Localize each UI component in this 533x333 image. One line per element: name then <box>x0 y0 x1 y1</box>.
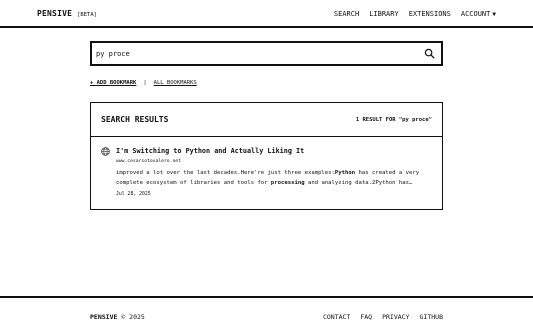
search-input[interactable] <box>96 46 414 61</box>
snippet-text: improved a lot over the last decades.Her… <box>116 170 335 176</box>
footer-link-privacy[interactable]: PRIVACY <box>382 313 409 321</box>
footer-copyright: © 2025 <box>121 313 145 321</box>
actions-separator: | <box>143 80 147 86</box>
footer-links: CONTACT FAQ PRIVACY GITHUB <box>323 313 443 321</box>
footer-brand: PENSIVE © 2025 <box>90 313 145 321</box>
brand[interactable]: PENSIVE [BETA] <box>37 9 97 18</box>
bookmark-actions: + ADD BOOKMARK | ALL BOOKMARKS <box>90 80 197 86</box>
brand-name[interactable]: PENSIVE <box>37 9 72 18</box>
globe-icon <box>101 147 110 156</box>
main-nav: SEARCH LIBRARY EXTENSIONS ACCOUNT ▼ <box>334 10 496 18</box>
result-url: www.cesarsotovalero.net <box>116 159 181 164</box>
results-count: 1 RESULT FOR "py proce" <box>355 117 432 123</box>
footer-link-faq[interactable]: FAQ <box>360 313 372 321</box>
footer-link-github[interactable]: GITHUB <box>420 313 443 321</box>
search-icon[interactable] <box>424 48 435 59</box>
results-header: SEARCH RESULTS 1 RESULT FOR "py proce" <box>91 103 442 137</box>
footer-brand-name: PENSIVE <box>90 313 118 321</box>
search-box <box>90 41 443 66</box>
all-bookmarks-link[interactable]: ALL BOOKMARKS <box>154 80 197 86</box>
footer: PENSIVE © 2025 CONTACT FAQ PRIVACY GITHU… <box>0 296 533 333</box>
result-date: Jul 28, 2025 <box>116 192 151 197</box>
nav-account-menu[interactable]: ACCOUNT ▼ <box>461 10 496 18</box>
snippet-highlight: Python <box>334 170 356 176</box>
nav-search[interactable]: SEARCH <box>334 10 359 18</box>
result-snippet: improved a lot over the last decades.Her… <box>116 168 434 188</box>
top-navigation-bar: PENSIVE [BETA] SEARCH LIBRARY EXTENSIONS… <box>0 0 533 28</box>
nav-library[interactable]: LIBRARY <box>369 10 399 18</box>
snippet-highlight: processing <box>270 180 305 186</box>
snippet-text: and analyzing data.2Python has… <box>304 180 413 186</box>
results-heading: SEARCH RESULTS <box>101 115 169 124</box>
chevron-down-icon: ▼ <box>492 11 496 18</box>
beta-badge: [BETA] <box>77 12 97 18</box>
nav-account-label: ACCOUNT <box>460 10 491 18</box>
add-bookmark-link[interactable]: + ADD BOOKMARK <box>90 80 136 86</box>
footer-link-contact[interactable]: CONTACT <box>323 313 350 321</box>
search-results-panel: SEARCH RESULTS 1 RESULT FOR "py proce" I… <box>90 102 443 210</box>
nav-extensions[interactable]: EXTENSIONS <box>409 10 451 18</box>
result-title-link[interactable]: I'm Switching to Python and Actually Lik… <box>116 147 304 155</box>
